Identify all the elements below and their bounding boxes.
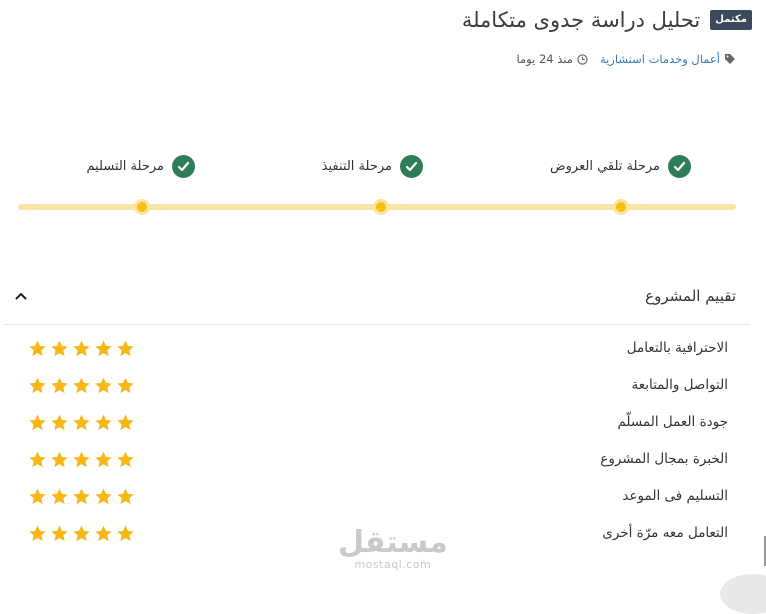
rating-row: التواصل والمتابعة [28, 373, 728, 397]
star-icon [117, 340, 134, 356]
star-icon [51, 414, 68, 430]
check-circle-icon [668, 155, 691, 178]
stage-label: مرحلة التسليم [86, 159, 164, 174]
project-meta: أعمال وخدمات استشارية منذ 24 يوما [517, 52, 737, 66]
star-icon [117, 377, 134, 393]
star-rating [28, 487, 135, 506]
star-icon [29, 377, 46, 393]
progress-dot [134, 199, 150, 215]
star-icon [73, 451, 90, 467]
rating-row: التسليم فى الموعد [28, 484, 728, 508]
status-badge: مكتمل [710, 10, 752, 30]
star-icon [73, 488, 90, 504]
rating-label: التسليم فى الموعد [622, 488, 728, 504]
star-icon [117, 451, 134, 467]
rating-label: التواصل والمتابعة [631, 377, 728, 393]
ratings-title: تقييم المشروع [645, 287, 736, 305]
star-icon [51, 340, 68, 356]
star-icon [117, 414, 134, 430]
stage-execution: مرحلة التنفيذ [322, 155, 423, 178]
star-icon [95, 340, 112, 356]
star-icon [95, 414, 112, 430]
watermark-logo: مستقل mostaql.com [338, 527, 448, 571]
check-circle-icon [400, 155, 423, 178]
star-icon [29, 340, 46, 356]
watermark-url: mostaql.com [354, 558, 432, 571]
tag-icon [725, 54, 735, 64]
stage-label: مرحلة تلقي العروض [549, 159, 660, 174]
posted-time: منذ 24 يوما [516, 52, 573, 66]
star-icon [51, 488, 68, 504]
star-icon [51, 377, 68, 393]
star-icon [29, 525, 46, 541]
star-icon [73, 340, 90, 356]
rating-row: الاحترافية بالتعامل [28, 336, 728, 360]
project-header: مكتمل تحليل دراسة جدوى متكاملة [12, 6, 752, 34]
star-icon [95, 525, 112, 541]
stage-offers: مرحلة تلقي العروض [550, 155, 691, 178]
category-link[interactable]: أعمال وخدمات استشارية [600, 52, 720, 66]
chevron-up-icon [15, 293, 27, 300]
star-icon [73, 525, 90, 541]
star-icon [73, 377, 90, 393]
progress-dot [613, 199, 629, 215]
star-rating [28, 450, 135, 469]
star-icon [117, 488, 134, 504]
rating-row: الخبرة بمجال المشروع [28, 447, 728, 471]
progress-dot [373, 199, 389, 215]
check-circle-icon [172, 155, 195, 178]
star-icon [51, 451, 68, 467]
collapse-toggle[interactable] [8, 283, 34, 309]
star-icon [29, 414, 46, 430]
rating-label: التعامل معه مرّة أخرى [602, 525, 728, 541]
star-icon [29, 451, 46, 467]
rating-label: الاحترافية بالتعامل [626, 340, 728, 356]
divider [4, 324, 750, 325]
rating-label: جودة العمل المسلّم [617, 414, 728, 430]
rating-label: الخبرة بمجال المشروع [600, 451, 728, 467]
clock-icon [577, 53, 588, 65]
project-title: تحليل دراسة جدوى متكاملة [461, 8, 701, 32]
rating-row: جودة العمل المسلّم [28, 410, 728, 434]
star-icon [95, 451, 112, 467]
watermark-text: مستقل [338, 525, 448, 560]
star-icon [95, 377, 112, 393]
ratings-header: تقييم المشروع [8, 282, 736, 310]
star-icon [117, 525, 134, 541]
star-rating [28, 413, 135, 432]
star-rating [28, 339, 135, 358]
stage-label: مرحلة التنفيذ [321, 159, 392, 174]
corner-decoration [720, 574, 766, 614]
star-icon [29, 488, 46, 504]
stage-delivery: مرحلة التسليم [86, 155, 195, 178]
star-icon [73, 414, 90, 430]
star-rating [28, 524, 135, 543]
star-icon [51, 525, 68, 541]
star-rating [28, 376, 135, 395]
star-icon [95, 488, 112, 504]
